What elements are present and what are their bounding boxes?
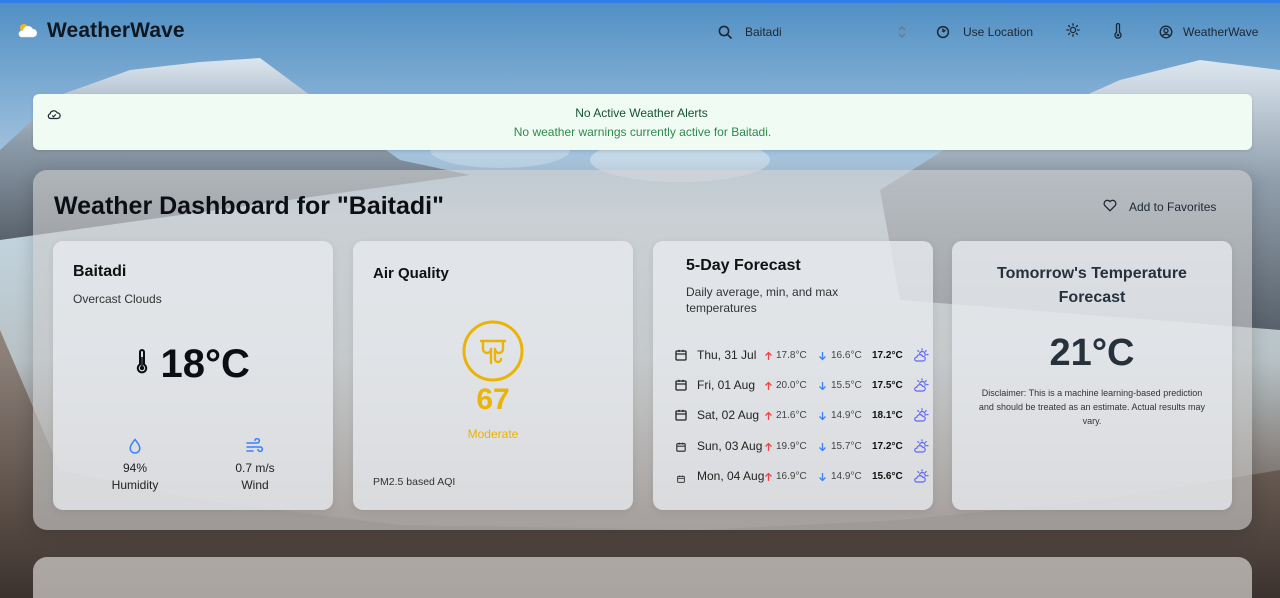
calendar-icon [677,472,685,486]
cloud-sun-icon [913,439,929,456]
temperature-value: 18°C [160,342,250,386]
app-brand-name[interactable]: WeatherWave [47,19,185,43]
alert-description: No weather warnings currently active for… [513,125,772,139]
alert-title: No Active Weather Alerts [575,106,708,120]
add-to-favorites-label: Add to Favorites [1129,200,1217,214]
air-quality-index: 67 [476,383,510,416]
forecast-day: Sat, 02 Aug [697,408,760,422]
city-search-select[interactable]: Baitadi [708,17,920,47]
forecast-day: Fri, 01 Aug [697,378,756,392]
wind-label: Wind [241,478,269,492]
arrow-up-icon [764,441,773,455]
forecast-avg: 15.6°C [872,471,903,482]
air-quality-footnote: PM2.5 based AQI [373,476,456,488]
use-location-button[interactable]: Use Location [930,17,1048,47]
arrow-down-icon [818,471,827,485]
user-menu-button[interactable]: WeatherWave [1155,17,1267,47]
forecast-min: 15.7°C [831,441,862,452]
city-name: Baitadi [73,263,127,280]
current-temperature: 18°C [53,342,333,387]
cloud-sun-icon [913,348,929,365]
forecast-row: Sat, 02 Aug 21.6°C 14.9°C 18.1°C [675,407,931,425]
thermometer-icon [136,349,148,380]
forecast-title: 5-Day Forecast [686,257,801,274]
partly-cloudy-icon [16,22,38,43]
calendar-icon [675,379,687,394]
forecast-max: 17.8°C [776,350,807,361]
add-to-favorites-button[interactable]: Add to Favorites [1095,198,1235,218]
weather-dashboard-panel: Weather Dashboard for "Baitadi" Add to F… [33,170,1252,530]
droplet-icon [75,438,195,459]
calendar-icon [676,441,686,455]
forecast-max: 21.6°C [776,410,807,421]
arrow-down-icon [818,350,827,364]
weather-condition: Overcast Clouds [73,292,162,306]
current-weather-card: Baitadi Overcast Clouds 18°C 94% Humidit… [53,241,333,510]
heart-icon [1103,199,1117,217]
locate-icon [936,25,950,44]
secondary-panel [33,557,1252,598]
air-quality-card: Air Quality 67 Moderate PM2.5 based AQI [353,241,633,510]
air-quality-icon [461,319,525,388]
chevron-up-down-icon [897,25,907,44]
forecast-max: 19.9°C [776,441,807,452]
forecast-row: Fri, 01 Aug 20.0°C 15.5°C 17.5°C [675,377,931,395]
app-header: WeatherWave Baitadi Use Location Weather… [0,3,1280,59]
user-circle-icon [1159,25,1173,44]
tomorrow-disclaimer: Disclaimer: This is a machine learning-b… [978,388,1206,426]
forecast-subtitle: Daily average, min, and max temperatures [686,285,839,315]
forecast-min: 15.5°C [831,380,862,391]
forecast-avg: 18.1°C [872,410,903,421]
forecast-max: 20.0°C [776,380,807,391]
calendar-icon [675,409,687,424]
arrow-up-icon [764,350,773,364]
cloud-sun-icon [913,469,929,486]
search-icon [718,25,732,44]
humidity-metric: 94% Humidity [75,438,195,492]
air-quality-title: Air Quality [373,265,449,282]
wind-value: 0.7 m/s [235,461,275,475]
wind-metric: 0.7 m/s Wind [195,437,315,492]
forecast-avg: 17.2°C [872,350,903,361]
arrow-down-icon [818,380,827,394]
forecast-row: Sun, 03 Aug 19.9°C 15.7°C 17.2°C [675,438,931,456]
forecast-day: Thu, 31 Jul [697,348,757,362]
five-day-forecast-card: 5-Day Forecast Daily average, min, and m… [653,241,933,510]
tomorrow-temperature: 21°C [1049,332,1135,374]
calendar-icon [675,349,687,364]
forecast-day: Sun, 03 Aug [697,439,763,453]
weather-alert-banner: No Active Weather Alerts No weather warn… [33,94,1252,150]
thermometer-icon[interactable] [1113,22,1123,44]
forecast-max: 16.9°C [776,471,807,482]
forecast-min: 14.9°C [831,410,862,421]
forecast-day: Mon, 04 Aug [697,469,765,483]
sun-icon[interactable] [1066,23,1080,42]
dashboard-title: Weather Dashboard for "Baitadi" [54,192,444,220]
forecast-row: Thu, 31 Jul 17.8°C 16.6°C 17.2°C [675,347,931,365]
forecast-avg: 17.5°C [872,380,903,391]
cloud-sun-icon [913,408,929,425]
arrow-up-icon [764,410,773,424]
arrow-down-icon [818,410,827,424]
humidity-label: Humidity [111,478,159,492]
cloud-sun-icon [913,378,929,395]
arrow-up-icon [764,380,773,394]
search-value: Baitadi [745,25,782,39]
wind-icon [195,437,315,459]
arrow-down-icon [818,441,827,455]
air-quality-level: Moderate [467,427,519,441]
user-label: WeatherWave [1183,25,1259,39]
use-location-label: Use Location [963,25,1034,39]
forecast-avg: 17.2°C [872,441,903,452]
forecast-row: Mon, 04 Aug 16.9°C 14.9°C 15.6°C [675,468,931,486]
forecast-min: 14.9°C [831,471,862,482]
tomorrow-title: Tomorrow's Temperature Forecast [997,265,1187,306]
arrow-up-icon [764,471,773,485]
forecast-min: 16.6°C [831,350,862,361]
tomorrow-forecast-card: Tomorrow's Temperature Forecast 21°C Dis… [952,241,1232,510]
humidity-value: 94% [122,461,148,475]
